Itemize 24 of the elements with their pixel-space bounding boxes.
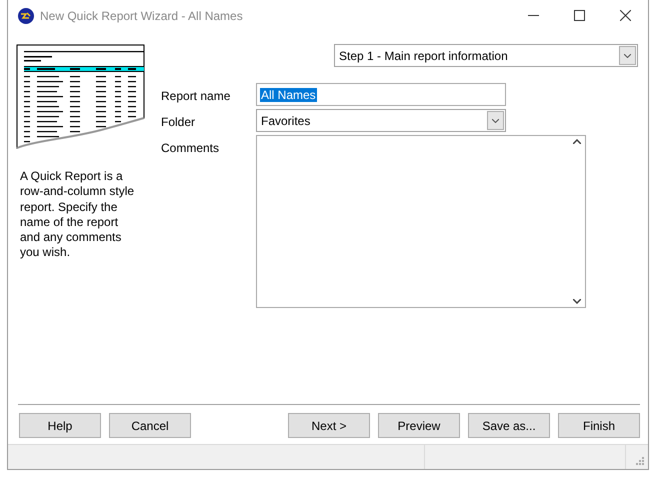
app-icon xyxy=(18,8,34,24)
wizard-button[interactable]: Help xyxy=(19,413,101,438)
scroll-down-icon[interactable] xyxy=(572,299,580,304)
step-dropdown[interactable]: Step 1 - Main report information xyxy=(334,44,638,67)
maximize-icon xyxy=(574,10,584,21)
field-label: Folder xyxy=(161,114,196,131)
chevron-down-icon xyxy=(624,54,631,58)
folder-dropdown[interactable]: Favorites xyxy=(256,109,506,132)
wizard-button[interactable]: Finish xyxy=(558,413,640,438)
window-title: New Quick Report Wizard - All Names xyxy=(40,8,244,24)
scroll-up-icon[interactable] xyxy=(572,139,580,144)
wizard-button[interactable]: Preview xyxy=(378,413,460,438)
wizard-button[interactable]: Save as... xyxy=(468,413,550,438)
wizard-button[interactable]: Cancel xyxy=(109,413,191,438)
chevron-down-icon xyxy=(492,118,499,122)
description-text: A Quick Report is a row-and-column style report. Specify the name of the report and any comments you wish. xyxy=(19,169,136,261)
text-input-field[interactable]: All Names xyxy=(256,83,506,106)
wizard-button[interactable]: Next > xyxy=(288,413,370,438)
field-label: Comments xyxy=(161,140,220,157)
field-label: Report name xyxy=(161,88,232,105)
resize-grip-icon xyxy=(636,457,644,465)
comments-field[interactable] xyxy=(256,135,586,308)
close-icon xyxy=(620,10,630,21)
minimize-icon xyxy=(528,15,538,16)
